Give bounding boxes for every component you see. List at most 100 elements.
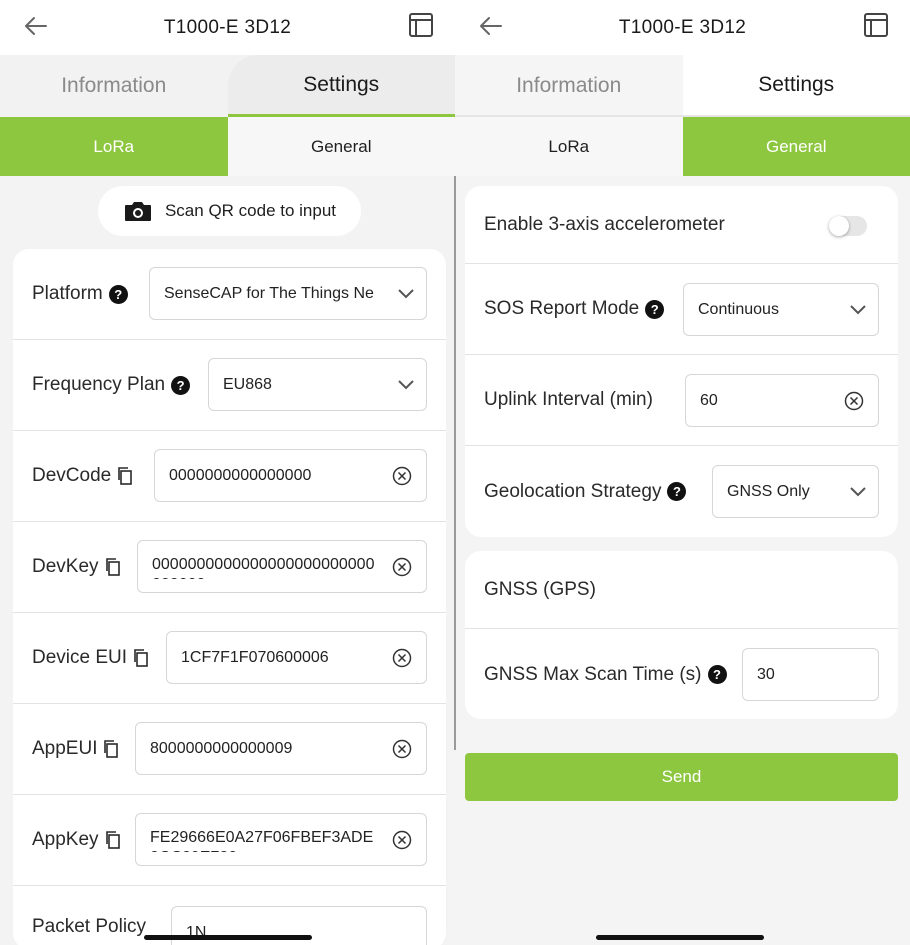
clear-icon[interactable] bbox=[392, 739, 412, 759]
frequency-plan-value: EU868 bbox=[223, 375, 272, 393]
home-indicator bbox=[144, 935, 312, 940]
geolocation-strategy-label: Geolocation Strategy? bbox=[484, 480, 687, 503]
general-settings-screen: T1000-E 3D12 Information Settings LoRa G… bbox=[455, 0, 910, 945]
copy-icon[interactable] bbox=[105, 831, 121, 849]
platform-value: SenseCAP for The Things Ne bbox=[164, 284, 374, 302]
toggle-knob bbox=[829, 216, 849, 236]
help-icon[interactable]: ? bbox=[171, 375, 191, 395]
top-bar: T1000-E 3D12 bbox=[0, 0, 455, 55]
geolocation-strategy-select[interactable]: GNSS Only bbox=[712, 465, 879, 518]
platform-label: Platform? bbox=[32, 283, 128, 305]
clear-icon[interactable] bbox=[392, 557, 412, 577]
subtab-general[interactable]: General bbox=[682, 117, 910, 176]
geolocation-strategy-row: Geolocation Strategy? GNSS Only bbox=[465, 446, 898, 537]
geolocation-strategy-value: GNSS Only bbox=[727, 482, 810, 500]
home-indicator bbox=[596, 935, 764, 940]
device-eui-value: 1CF7F1F070600006 bbox=[181, 648, 329, 666]
device-title: T1000-E 3D12 bbox=[618, 16, 747, 38]
devkey-label-text: DevKey bbox=[32, 556, 99, 577]
clear-icon[interactable] bbox=[844, 391, 864, 411]
camera-icon bbox=[124, 202, 151, 221]
back-arrow-icon[interactable] bbox=[477, 12, 505, 40]
appeui-label-text: AppEUI bbox=[32, 738, 98, 759]
uplink-interval-input[interactable]: 60 bbox=[685, 374, 879, 427]
uplink-interval-row: Uplink Interval (min) 60 bbox=[465, 355, 898, 446]
subtab-lora[interactable]: LoRa bbox=[0, 117, 228, 176]
appeui-row: AppEUI 8000000000000009 bbox=[13, 704, 446, 795]
send-button[interactable]: Send bbox=[465, 753, 898, 801]
gnss-max-scan-input[interactable]: 30 bbox=[742, 648, 879, 701]
scan-qr-label: Scan QR code to input bbox=[164, 201, 337, 220]
accelerometer-label: Enable 3-axis accelerometer bbox=[484, 213, 725, 235]
frequency-plan-row: Frequency Plan? EU868 bbox=[13, 340, 446, 431]
main-tabs: Information Settings bbox=[455, 55, 910, 117]
frequency-plan-select[interactable]: EU868 bbox=[208, 358, 427, 411]
devcode-label-text: DevCode bbox=[32, 465, 112, 486]
copy-icon[interactable] bbox=[133, 649, 149, 667]
lora-fields-card: Platform? SenseCAP for The Things Ne Fre… bbox=[13, 249, 446, 945]
copy-icon[interactable] bbox=[103, 740, 119, 758]
gnss-max-scan-value: 30 bbox=[757, 665, 775, 683]
platform-label-text: Platform bbox=[32, 283, 103, 304]
copy-icon[interactable] bbox=[105, 558, 121, 576]
subtab-general[interactable]: General bbox=[227, 117, 455, 176]
devcode-label: DevCode bbox=[32, 465, 133, 487]
chevron-down-icon bbox=[850, 486, 866, 496]
appkey-label-text: AppKey bbox=[32, 829, 99, 850]
gnss-card: GNSS (GPS) GNSS Max Scan Time (s)? 30 bbox=[465, 551, 898, 719]
appkey-input[interactable]: FE29666E0A27F06FBEF3ADE0CC29E720 bbox=[135, 813, 427, 866]
sos-report-mode-select[interactable]: Continuous bbox=[683, 283, 879, 336]
uplink-interval-label: Uplink Interval (min) bbox=[484, 389, 653, 410]
device-eui-input[interactable]: 1CF7F1F070600006 bbox=[166, 631, 427, 684]
platform-select[interactable]: SenseCAP for The Things Ne bbox=[149, 267, 427, 320]
help-icon[interactable]: ? bbox=[667, 482, 687, 501]
devcode-input[interactable]: 0000000000000000 bbox=[154, 449, 427, 502]
clear-icon[interactable] bbox=[392, 648, 412, 668]
devcode-value: 0000000000000000 bbox=[169, 466, 312, 484]
clear-icon[interactable] bbox=[392, 466, 412, 486]
devkey-value: 0000000000000000000000000000000 bbox=[152, 556, 375, 579]
lora-settings-screen: T1000-E 3D12 Information Settings LoRa G… bbox=[0, 0, 455, 945]
tab-information[interactable]: Information bbox=[455, 55, 683, 117]
geolocation-strategy-label-text: Geolocation Strategy bbox=[484, 480, 662, 502]
devkey-row: DevKey 0000000000000000000000000000000 bbox=[13, 522, 446, 613]
chevron-down-icon bbox=[850, 304, 866, 314]
gnss-max-scan-label: GNSS Max Scan Time (s)? bbox=[484, 664, 727, 686]
tab-information[interactable]: Information bbox=[0, 55, 228, 117]
clear-icon[interactable] bbox=[392, 830, 412, 850]
appkey-label: AppKey bbox=[32, 829, 121, 851]
copy-icon[interactable] bbox=[117, 467, 133, 485]
panel-layout-icon[interactable] bbox=[862, 11, 890, 39]
help-icon[interactable]: ? bbox=[645, 299, 665, 319]
panel-layout-icon[interactable] bbox=[407, 11, 435, 39]
appkey-value: FE29666E0A27F06FBEF3ADE0CC29E720 bbox=[150, 829, 374, 852]
scan-qr-button[interactable]: Scan QR code to input bbox=[98, 186, 361, 236]
top-bar: T1000-E 3D12 bbox=[455, 0, 910, 55]
sos-report-mode-value: Continuous bbox=[698, 300, 779, 318]
device-eui-row: Device EUI 1CF7F1F070600006 bbox=[13, 613, 446, 704]
help-icon[interactable]: ? bbox=[108, 284, 128, 304]
devkey-input[interactable]: 0000000000000000000000000000000 bbox=[137, 540, 427, 593]
sos-report-mode-label: SOS Report Mode? bbox=[484, 298, 665, 320]
appeui-input[interactable]: 8000000000000009 bbox=[135, 722, 427, 775]
gnss-max-scan-label-text: GNSS Max Scan Time (s) bbox=[484, 663, 702, 685]
back-arrow-icon[interactable] bbox=[22, 12, 50, 40]
settings-subtabs: LoRa General bbox=[0, 117, 455, 176]
help-icon[interactable]: ? bbox=[707, 665, 727, 684]
devkey-label: DevKey bbox=[32, 556, 121, 578]
subtab-lora[interactable]: LoRa bbox=[455, 117, 683, 176]
chevron-down-icon bbox=[398, 379, 414, 389]
main-tabs: Information Settings bbox=[0, 55, 455, 117]
appeui-value: 8000000000000009 bbox=[150, 739, 293, 757]
chevron-down-icon bbox=[398, 288, 414, 298]
tab-settings[interactable]: Settings bbox=[682, 55, 910, 117]
sos-report-mode-label-text: SOS Report Mode bbox=[484, 298, 640, 319]
tab-settings[interactable]: Settings bbox=[227, 55, 455, 117]
device-title: T1000-E 3D12 bbox=[163, 16, 292, 38]
packet-policy-label: Packet Policy bbox=[32, 916, 147, 937]
uplink-interval-value: 60 bbox=[700, 391, 718, 409]
general-settings-card: Enable 3-axis accelerometer SOS Report M… bbox=[465, 186, 898, 537]
gnss-section-title: GNSS (GPS) bbox=[484, 578, 596, 600]
appeui-label: AppEUI bbox=[32, 738, 119, 760]
accelerometer-toggle[interactable] bbox=[829, 216, 867, 236]
